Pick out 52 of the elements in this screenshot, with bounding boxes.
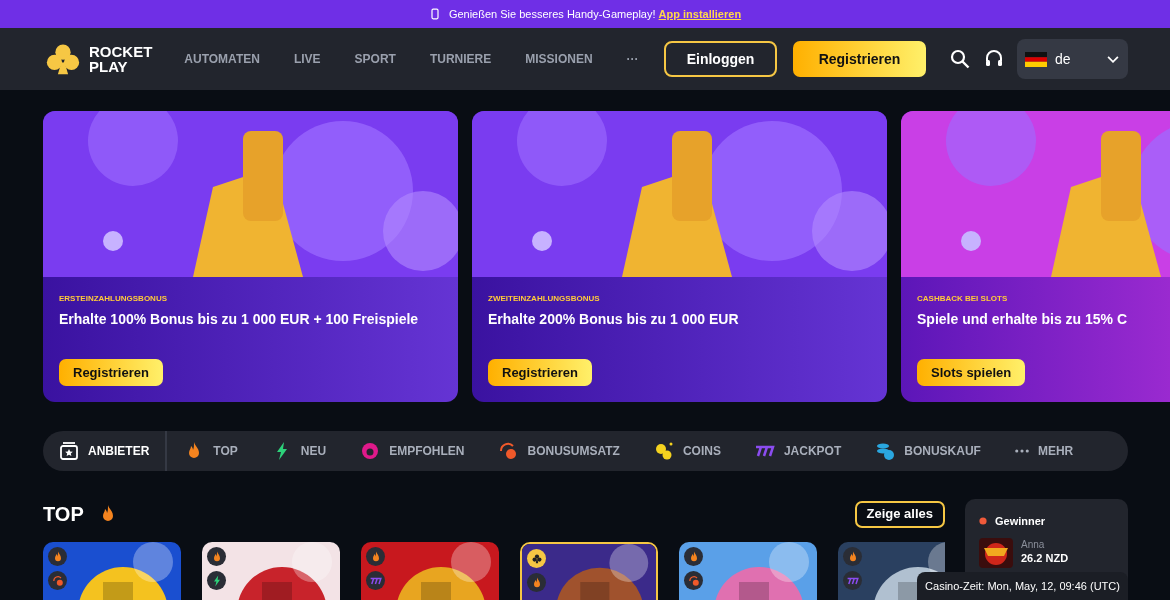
language-select[interactable]: de: [1017, 39, 1128, 79]
casino-time: Casino-Zeit: Mon, May, 12, 09:46 (UTC): [917, 572, 1128, 600]
more-icon: [1014, 449, 1029, 453]
promo-button[interactable]: Registrieren: [488, 359, 592, 386]
banner-text: Genießen Sie besseres Handy-Gameplay! App installieren: [448, 6, 742, 22]
promo-title: Erhalte 200% Bonus bis zu 1 000 EUR: [488, 310, 740, 329]
category-tab[interactable]: MEHR: [997, 442, 1091, 460]
phone-icon: [428, 7, 441, 21]
install-app-link[interactable]: App installieren: [658, 7, 742, 20]
nav-link[interactable]: TURNIERE: [429, 50, 492, 68]
promo-tag: ERSTEINZAHLUNGSBONUS: [59, 293, 442, 305]
shop-icon: [59, 441, 79, 461]
logo[interactable]: ROCKET PLAY: [45, 42, 153, 76]
category-tab[interactable]: JACKPOT: [737, 441, 859, 461]
panel-title: Gewinner: [995, 514, 1046, 529]
category-tab[interactable]: EMPFOHLEN: [343, 441, 482, 461]
category-tab[interactable]: TOP: [167, 441, 255, 461]
register-button[interactable]: Registrieren: [793, 41, 926, 77]
promo-tag: ZWEITEINZAHLUNGSBONUS: [488, 293, 871, 305]
game-tile[interactable]: [679, 542, 817, 600]
nav-link[interactable]: AUTOMATEN: [184, 50, 260, 68]
headset-icon[interactable]: [984, 49, 1004, 69]
category-tab[interactable]: BONUSKAUF: [858, 441, 998, 461]
coins-icon: [653, 441, 674, 461]
nav-link[interactable]: MISSIONEN: [525, 50, 593, 68]
section-title: TOP: [43, 502, 84, 527]
category-tab[interactable]: COINS: [636, 441, 738, 461]
live-dot-icon: [979, 517, 987, 526]
flag-icon: [1025, 51, 1047, 67]
login-button[interactable]: Einloggen: [664, 41, 777, 77]
search-icon[interactable]: [950, 49, 970, 69]
game-tile[interactable]: [43, 542, 181, 600]
promo-button[interactable]: Registrieren: [59, 359, 163, 386]
coin-stack-icon: [875, 441, 896, 461]
winner-amount: 26.2 NZD: [1021, 550, 1069, 566]
promo-title: Spiele und erhalte bis zu 15% C: [917, 310, 1129, 329]
category-tab[interactable]: ANBIETER: [43, 431, 168, 471]
category-tab[interactable]: NEU: [254, 441, 344, 461]
category-tab[interactable]: BONUSUMSATZ: [481, 441, 637, 461]
game-tile[interactable]: [361, 542, 499, 600]
show-all-button[interactable]: Zeige alles: [854, 500, 945, 528]
nav-link[interactable]: ···: [626, 50, 639, 68]
promo-tag: CASHBACK BEI SLOTS: [917, 293, 1154, 305]
club-logo-icon: [45, 42, 81, 76]
game-tile[interactable]: [202, 542, 340, 600]
promo-button[interactable]: Slots spielen: [917, 359, 1026, 386]
winner-name: Anna: [1021, 538, 1046, 550]
promo-title: Erhalte 100% Bonus bis zu 1 000 EUR + 100 Freispiele: [59, 310, 420, 329]
nav-link[interactable]: SPORT: [354, 50, 396, 68]
nav-link[interactable]: LIVE: [293, 50, 321, 68]
game-tile[interactable]: [520, 542, 658, 600]
rotating-coin-icon: [498, 441, 519, 461]
